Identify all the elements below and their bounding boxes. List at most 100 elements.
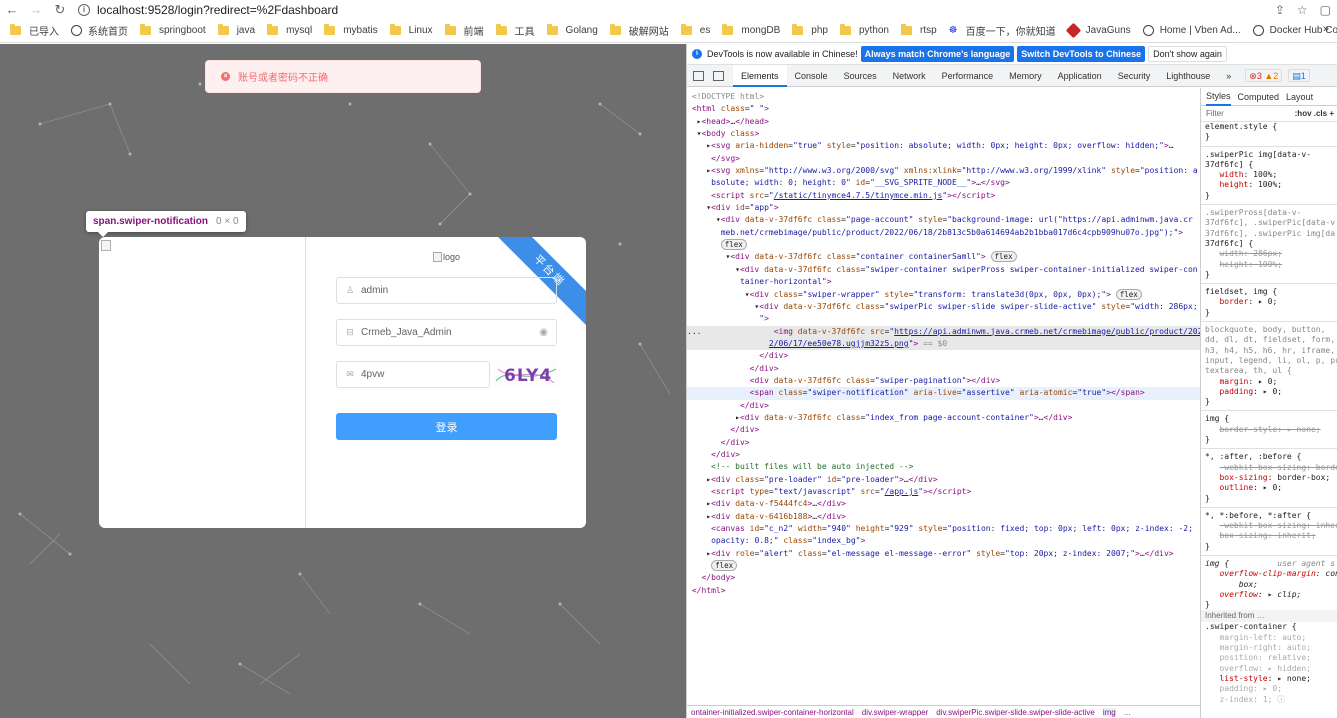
hov-cls-buttons[interactable]: :hov .cls + xyxy=(1295,109,1334,118)
username-field[interactable]: ♙ admin xyxy=(336,277,557,304)
login-button[interactable]: 登录 xyxy=(336,413,557,440)
tree-line[interactable]: </div> xyxy=(687,400,1200,412)
bookmark-link[interactable]: JavaGuns xyxy=(1065,22,1131,39)
tab-elements[interactable]: Elements xyxy=(733,64,787,87)
bookmark-folder[interactable]: Linux xyxy=(389,24,433,36)
tree-line[interactable]: ▾<div id="app"> xyxy=(687,202,1200,214)
tree-line[interactable]: ▾<div data-v-37df6fc class="page-account… xyxy=(687,214,1200,226)
tree-line[interactable]: </div> xyxy=(687,350,1200,362)
tree-line[interactable]: <canvas id="c_n2" width="940" height="92… xyxy=(687,523,1200,535)
tree-line[interactable]: ▸<svg xmlns="http://www.w3.org/2000/svg"… xyxy=(687,165,1200,177)
captcha-image[interactable]: 6LY4 xyxy=(494,361,558,388)
breadcrumb-item-current[interactable]: img xyxy=(1102,707,1116,717)
issue-badges[interactable]: ⊗3 ▲2 ▤1 xyxy=(1245,69,1310,82)
bookmark-folder[interactable]: 前端 xyxy=(444,23,484,38)
tree-line[interactable]: ▸<head>…</head> xyxy=(687,116,1200,128)
share-icon[interactable]: ⇪ xyxy=(1275,3,1285,17)
back-icon[interactable]: ← xyxy=(0,0,24,19)
tree-line[interactable]: <script type="text/javascript" src="/app… xyxy=(687,486,1200,498)
dont-show-again-button[interactable]: Don't show again xyxy=(1148,46,1227,62)
bookmark-folder[interactable]: mybatis xyxy=(324,24,378,36)
tab-security[interactable]: Security xyxy=(1110,65,1159,87)
site-info-icon[interactable]: i xyxy=(78,3,90,16)
tab-styles[interactable]: Styles xyxy=(1206,88,1231,106)
tree-line[interactable]: </div> xyxy=(687,424,1200,436)
match-language-button[interactable]: Always match Chrome's language xyxy=(860,46,1015,62)
tree-line[interactable]: ▾<body class> xyxy=(687,128,1200,140)
tree-line[interactable]: <!DOCTYPE html> xyxy=(687,91,1200,103)
window-icon[interactable]: ▢ xyxy=(1320,3,1331,17)
tree-line[interactable]: flex xyxy=(687,560,1200,572)
tree-line[interactable]: </svg> xyxy=(687,153,1200,165)
breadcrumb-item[interactable]: ... xyxy=(1124,708,1131,717)
bookmark-folder[interactable]: springboot xyxy=(140,24,206,36)
tab-lighthouse[interactable]: Lighthouse xyxy=(1158,65,1218,87)
tree-line[interactable]: ▾<div class="swiper-wrapper" style="tran… xyxy=(687,288,1200,301)
bookmark-folder[interactable]: Golang xyxy=(546,24,598,36)
device-toolbar-icon[interactable] xyxy=(713,70,724,81)
password-field[interactable]: ⊟ Crmeb_Java_Admin ◉ xyxy=(336,319,557,346)
tab-sources[interactable]: Sources xyxy=(836,65,885,87)
bookmark-link[interactable]: 系统首页 xyxy=(71,23,128,38)
tree-line[interactable]: </div> xyxy=(687,363,1200,375)
tree-line[interactable]: ▸<div role="alert" class="el-message el-… xyxy=(687,548,1200,560)
tree-line-selected[interactable]: ... <img data-v-37df6fc src="https://api… xyxy=(687,325,1200,338)
bookmark-folder[interactable]: 已导入 xyxy=(10,23,59,38)
tree-line[interactable]: </html> xyxy=(687,585,1200,597)
captcha-field[interactable]: ✉ 4pvw xyxy=(336,361,490,388)
tree-line[interactable]: ▾<div data-v-37df6fc class="swiper-conta… xyxy=(687,264,1200,276)
bookmark-star-icon[interactable]: ☆ xyxy=(1297,3,1308,17)
bookmarks-more[interactable]: » xyxy=(1323,23,1329,35)
url-field[interactable]: i localhost:9528/login?redirect=%2Fdashb… xyxy=(78,3,338,17)
tree-line[interactable]: ▸<svg aria-hidden="true" style="position… xyxy=(687,140,1200,152)
tree-line[interactable]: ▸<div class="pre-loader" id="pre-loader"… xyxy=(687,474,1200,486)
tab-network[interactable]: Network xyxy=(885,65,934,87)
forward-icon[interactable]: → xyxy=(24,0,48,19)
bookmark-folder[interactable]: python xyxy=(839,24,889,36)
reload-icon[interactable]: ↻ xyxy=(48,0,72,19)
tree-line[interactable]: <!-- built files will be auto injected -… xyxy=(687,461,1200,473)
tree-line[interactable]: </div> xyxy=(687,437,1200,449)
tree-line[interactable]: tainer-horizontal"> xyxy=(687,276,1200,288)
tree-line[interactable]: bsolute; width: 0; height: 0" id="__SVG_… xyxy=(687,177,1200,189)
tree-line[interactable]: "> xyxy=(687,313,1200,325)
tree-line[interactable]: ▾<div data-v-37df6fc class="container co… xyxy=(687,251,1200,263)
tree-line[interactable]: ▾<div data-v-37df6fc class="swiperPic sw… xyxy=(687,301,1200,313)
bookmark-link[interactable]: Home | Vben Ad... xyxy=(1142,25,1241,36)
tab-console[interactable]: Console xyxy=(787,65,836,87)
eye-icon[interactable]: ◉ xyxy=(539,327,548,338)
error-count[interactable]: ⊗3 ▲2 xyxy=(1245,69,1283,82)
switch-chinese-button[interactable]: Switch DevTools to Chinese xyxy=(1017,46,1146,62)
tabs-overflow[interactable]: » xyxy=(1218,65,1239,87)
bookmark-folder[interactable]: 工具 xyxy=(495,23,535,38)
tree-line[interactable]: </div> xyxy=(687,449,1200,461)
breadcrumb-item[interactable]: ontainer-initialized.swiper-container-ho… xyxy=(691,708,854,717)
bookmark-folder[interactable]: es xyxy=(680,24,710,36)
tree-line-hovered[interactable]: <span class="swiper-notification" aria-l… xyxy=(687,387,1200,400)
tree-line[interactable]: flex xyxy=(687,239,1200,251)
bookmark-folder[interactable]: rtsp xyxy=(900,24,937,36)
tab-computed[interactable]: Computed xyxy=(1238,92,1280,102)
bookmark-folder[interactable]: mysql xyxy=(267,24,312,36)
tab-performance[interactable]: Performance xyxy=(934,65,1002,87)
tab-layout[interactable]: Layout xyxy=(1286,92,1313,102)
tree-line[interactable]: opacity: 0.8;" class="index_bg"> xyxy=(687,535,1200,547)
bookmark-folder[interactable]: mongDB xyxy=(722,24,780,36)
bookmark-link[interactable]: ☸ 百度一下，你就知道 xyxy=(949,23,1056,38)
breadcrumb-item[interactable]: div.swiperPic.swiper-slide.swiper-slide-… xyxy=(936,708,1095,717)
tree-line[interactable]: ▸<div data-v-6416b188>…</div> xyxy=(687,511,1200,523)
tree-line[interactable]: ▸<div data-v-37df6fc class="index_from p… xyxy=(687,412,1200,424)
tab-memory[interactable]: Memory xyxy=(1001,65,1050,87)
breadcrumb-item[interactable]: div.swiper-wrapper xyxy=(862,708,929,717)
tree-line[interactable]: </body> xyxy=(687,572,1200,584)
tab-application[interactable]: Application xyxy=(1050,65,1110,87)
bookmark-folder[interactable]: java xyxy=(217,24,255,36)
inspect-element-icon[interactable] xyxy=(693,70,704,81)
tree-line[interactable]: ▸<div data-v-f5444fc4>…</div> xyxy=(687,498,1200,510)
bookmark-folder[interactable]: 破解网站 xyxy=(609,23,669,38)
message-count[interactable]: ▤1 xyxy=(1288,69,1310,82)
bookmark-folder[interactable]: php xyxy=(792,24,828,36)
tree-line[interactable]: <script src="/static/tinymce4.7.5/tinymc… xyxy=(687,190,1200,202)
styles-filter[interactable]: Filter :hov .cls + xyxy=(1201,106,1337,122)
tree-line-selected[interactable]: 2/06/17/ee50e78.ugjjm32z5.png"> == $0 xyxy=(687,337,1200,351)
